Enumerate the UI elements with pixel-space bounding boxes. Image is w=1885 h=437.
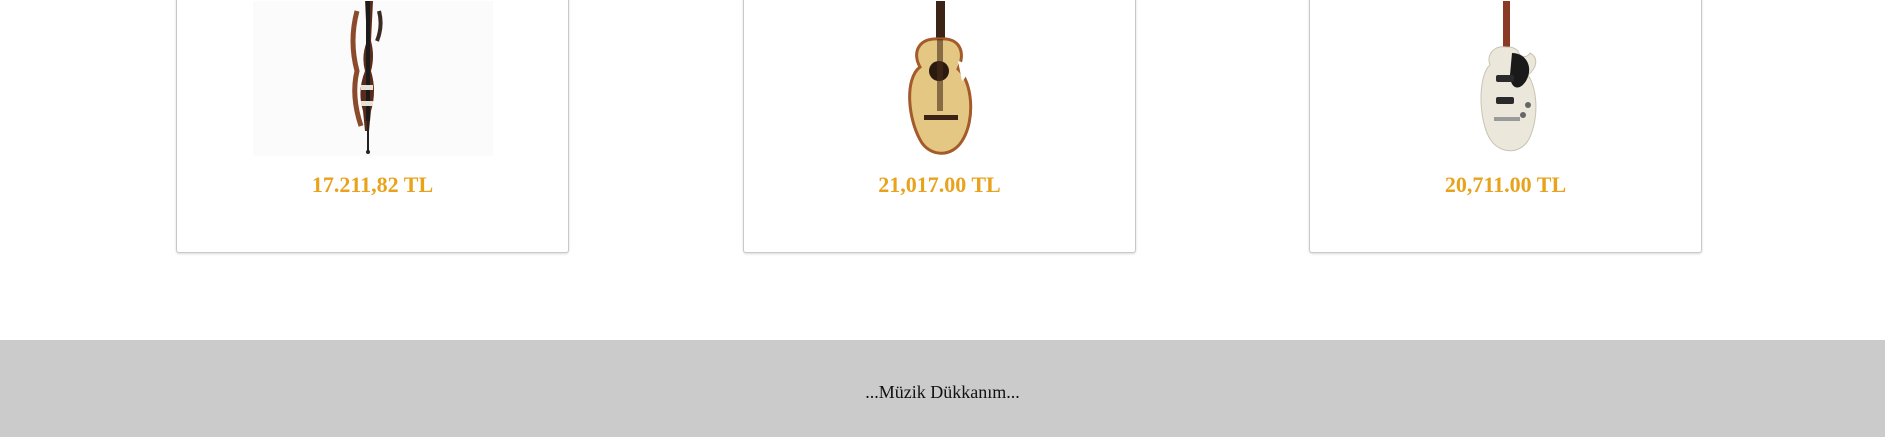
product-card[interactable]: 20,711.00 TL [1309, 0, 1702, 253]
acoustic-guitar-image[interactable] [820, 1, 1060, 156]
product-price: 17.211,82 TL [311, 172, 434, 197]
electric-guitar-image[interactable] [1386, 1, 1626, 156]
electric-violin-image[interactable] [252, 1, 493, 156]
product-price: 20,711.00 TL [1444, 172, 1567, 197]
product-card[interactable]: 17.211,82 TL [176, 0, 569, 253]
product-card[interactable]: 21,017.00 TL [743, 0, 1136, 253]
footer-text: ...Müzik Dükkanım... [865, 382, 1020, 402]
product-price: 21,017.00 TL [878, 172, 1001, 197]
product-grid: 17.211,82 TL 21,017.00 TL 20,711.00 TL [0, 0, 1885, 340]
footer: ...Müzik Dükkanım... [0, 340, 1885, 437]
